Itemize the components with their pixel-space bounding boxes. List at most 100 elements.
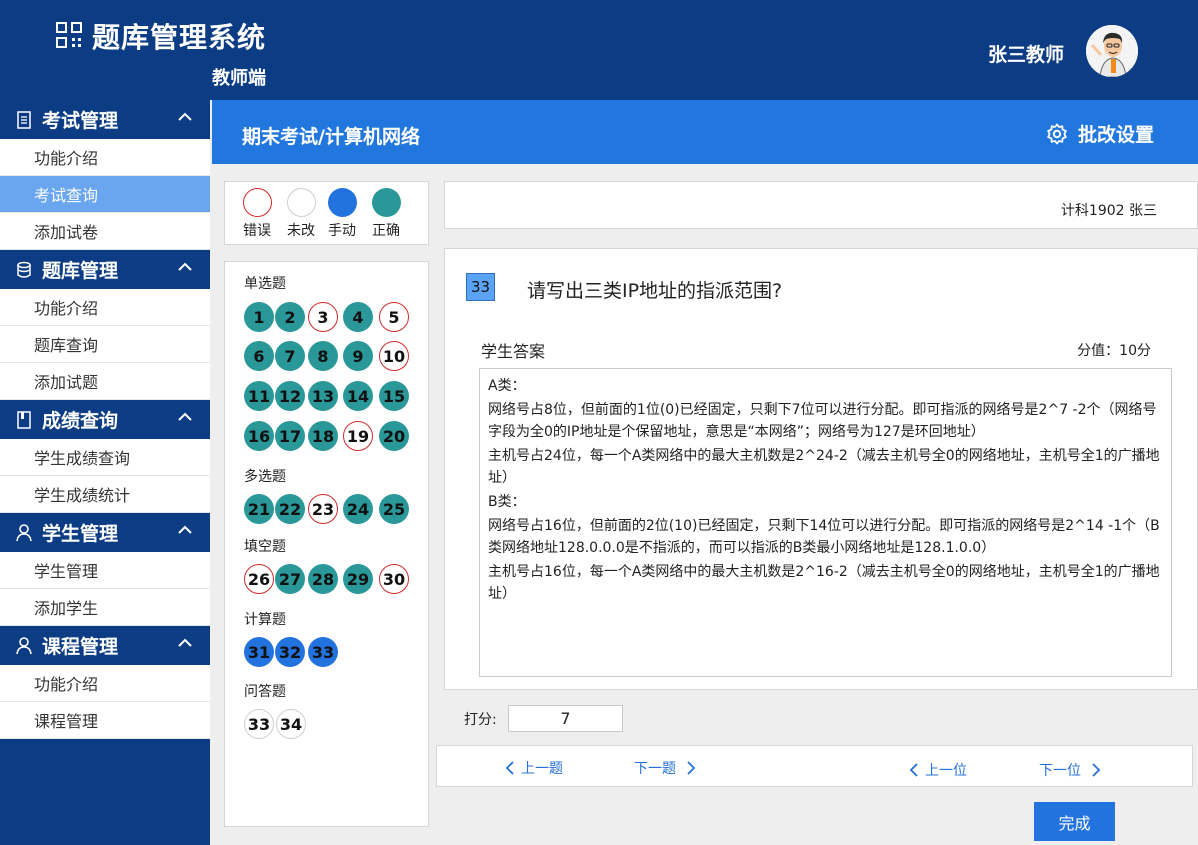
sidebar-group-label: 成绩查询 — [42, 410, 119, 432]
next-student-button[interactable]: 下一位 — [1039, 760, 1101, 780]
question-button[interactable]: 15 — [379, 381, 409, 411]
question-button[interactable]: 7 — [275, 341, 305, 371]
question-button[interactable]: 1 — [244, 302, 274, 332]
question-button[interactable]: 25 — [379, 494, 409, 524]
sidebar-item-student-manage[interactable]: 学生管理 — [0, 552, 210, 589]
question-button[interactable]: 26 — [244, 564, 274, 594]
sidebar-group-courses[interactable]: 课程管理 — [0, 626, 210, 665]
done-button[interactable]: 完成 — [1034, 802, 1115, 841]
question-button[interactable]: 33 — [308, 637, 338, 667]
question-button[interactable]: 32 — [275, 637, 305, 667]
sidebar-group-question-bank[interactable]: 题库管理 — [0, 250, 210, 289]
sidebar-item-course-intro[interactable]: 功能介绍 — [0, 665, 210, 702]
student-answer-box: A类： 网络号占8位，但前面的1位(0)已经固定，只剩下7位可以进行分配。即可指… — [479, 368, 1172, 677]
question-button[interactable]: 30 — [379, 564, 409, 594]
sidebar-item-add-question[interactable]: 添加试题 — [0, 363, 210, 400]
legend-unmarked: 未改 — [281, 188, 321, 240]
category-single-choice: 单选题 — [244, 276, 286, 292]
next-question-label: 下一题 — [634, 761, 676, 777]
navigation-bar: 上一题 下一题 上一位 下一位 — [436, 745, 1193, 787]
chevron-up-icon[interactable] — [178, 412, 192, 422]
sidebar-group-students[interactable]: 学生管理 — [0, 513, 210, 552]
user-name[interactable]: 张三教师 — [988, 40, 1064, 67]
question-button[interactable]: 10 — [379, 341, 409, 371]
answer-line: A类： — [488, 378, 526, 394]
chevron-up-icon[interactable] — [178, 262, 192, 272]
chevron-up-icon[interactable] — [178, 525, 192, 535]
sidebar-group-label: 考试管理 — [42, 110, 119, 132]
question-button[interactable]: 2 — [275, 302, 305, 332]
app-subtitle: 教师端 — [212, 68, 266, 89]
question-button[interactable]: 17 — [275, 421, 305, 451]
chevron-up-icon[interactable] — [178, 112, 192, 122]
prev-question-button[interactable]: 上一题 — [505, 758, 563, 778]
sidebar-group-exam[interactable]: 考试管理 — [0, 100, 210, 139]
sidebar-group-grades[interactable]: 成绩查询 — [0, 400, 210, 439]
breadcrumb-bar: 期末考试/计算机网络 批改设置 — [212, 100, 1198, 164]
question-panel: 33 请写出三类IP地址的指派范围? 学生答案 分值：10分 A类： 网络号占8… — [444, 248, 1198, 690]
user-icon — [14, 523, 34, 543]
sidebar-item-student-grades-query[interactable]: 学生成绩查询 — [0, 439, 210, 476]
grade-label: 打分: — [464, 712, 497, 728]
sidebar-item-exam-intro[interactable]: 功能介绍 — [0, 139, 210, 176]
legend-wrong: 错误 — [237, 188, 277, 240]
legend-correct: 正确 — [366, 188, 406, 240]
question-button[interactable]: 23 — [308, 494, 338, 524]
question-button[interactable]: 14 — [343, 381, 373, 411]
grade-input[interactable] — [508, 705, 623, 732]
question-button[interactable]: 27 — [275, 564, 305, 594]
sidebar-group-label: 学生管理 — [42, 523, 119, 545]
question-button[interactable]: 13 — [308, 381, 338, 411]
question-button[interactable]: 19 — [343, 421, 373, 451]
question-button[interactable]: 34 — [276, 709, 306, 739]
grading-settings-button[interactable]: 批改设置 — [1046, 120, 1154, 147]
chevron-up-icon[interactable] — [178, 638, 192, 648]
next-question-button[interactable]: 下一题 — [634, 758, 696, 778]
question-button[interactable]: 33 — [244, 709, 274, 739]
answer-line: 网络号占8位，但前面的1位(0)已经固定，只剩下7位可以进行分配。即可指派的网络… — [488, 402, 1157, 440]
question-button[interactable]: 29 — [343, 564, 373, 594]
question-button[interactable]: 12 — [275, 381, 305, 411]
question-button[interactable]: 3 — [308, 302, 338, 332]
question-button[interactable]: 5 — [379, 302, 409, 332]
question-button[interactable]: 22 — [275, 494, 305, 524]
question-button[interactable]: 28 — [308, 564, 338, 594]
sidebar-item-add-student[interactable]: 添加学生 — [0, 589, 210, 626]
question-button[interactable]: 8 — [308, 341, 338, 371]
avatar[interactable] — [1086, 25, 1138, 77]
sidebar-group-label: 题库管理 — [42, 260, 119, 282]
answer-line: B类： — [488, 494, 526, 510]
book-icon — [14, 410, 34, 430]
question-button[interactable]: 21 — [244, 494, 274, 524]
sidebar-item-bank-intro[interactable]: 功能介绍 — [0, 289, 210, 326]
sidebar-item-exam-query[interactable]: 考试查询 — [0, 176, 210, 213]
prev-question-label: 上一题 — [521, 761, 563, 777]
question-score-value: 分值：10分 — [1077, 343, 1151, 359]
document-icon — [14, 110, 34, 130]
sidebar-item-add-paper[interactable]: 添加试卷 — [0, 213, 210, 250]
prev-student-button[interactable]: 上一位 — [909, 760, 967, 780]
breadcrumb: 期末考试/计算机网络 — [242, 126, 420, 148]
chevron-left-icon — [909, 763, 918, 777]
top-header: 题库管理系统 教师端 张三教师 — [0, 0, 1198, 100]
question-number-badge: 33 — [466, 273, 495, 301]
question-button[interactable]: 20 — [379, 421, 409, 451]
student-answer-label: 学生答案 — [481, 342, 546, 361]
question-button[interactable]: 4 — [343, 302, 373, 332]
sidebar-item-student-grades-stats[interactable]: 学生成绩统计 — [0, 476, 210, 513]
status-legend: 错误 未改 手动 正确 — [224, 181, 429, 245]
sidebar-item-course-manage[interactable]: 课程管理 — [0, 702, 210, 739]
question-button[interactable]: 31 — [244, 637, 274, 667]
sidebar-item-bank-query[interactable]: 题库查询 — [0, 326, 210, 363]
question-button[interactable]: 11 — [244, 381, 274, 411]
correct-dot-icon — [371, 188, 401, 217]
legend-correct-label: 正确 — [372, 223, 400, 239]
question-button[interactable]: 6 — [244, 341, 274, 371]
question-button[interactable]: 18 — [308, 421, 338, 451]
question-button[interactable]: 9 — [343, 341, 373, 371]
legend-unmarked-label: 未改 — [287, 223, 315, 239]
sidebar-group-label: 课程管理 — [42, 636, 119, 658]
category-fill-blank: 填空题 — [244, 539, 286, 555]
question-button[interactable]: 16 — [244, 421, 274, 451]
question-button[interactable]: 24 — [343, 494, 373, 524]
